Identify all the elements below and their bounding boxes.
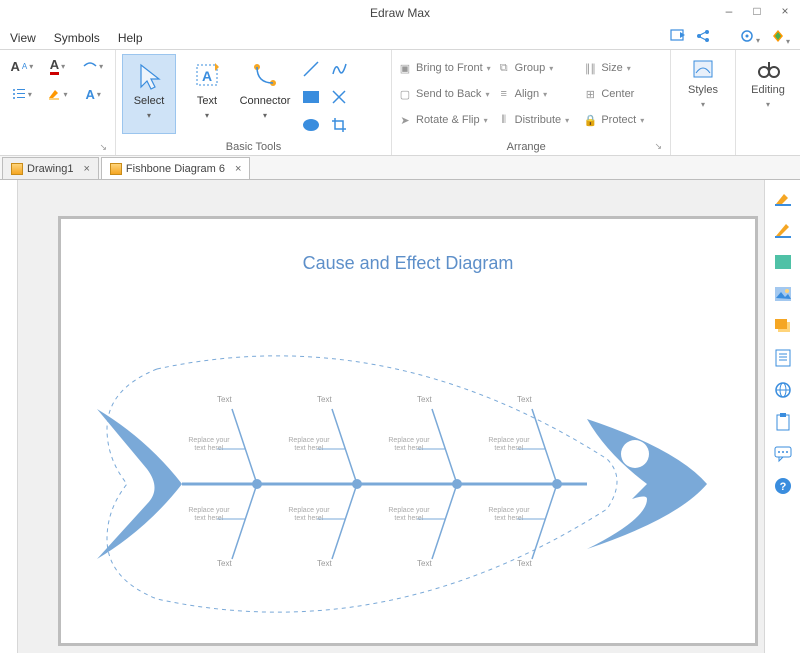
page[interactable]: Cause and Effect Diagram	[58, 216, 758, 646]
svg-text:A: A	[202, 68, 212, 84]
group-button[interactable]: ⧉Group▾	[497, 56, 578, 80]
select-tool[interactable]: Select ▾	[122, 54, 176, 134]
bone-label[interactable]: Text	[517, 395, 532, 404]
window-title: Edraw Max	[370, 6, 430, 20]
cause-text[interactable]: Replace your text here!	[187, 437, 231, 452]
font-button[interactable]: AA▾	[6, 54, 38, 78]
editing-button[interactable]: Editing ▾	[740, 50, 796, 109]
arrange-group: ▣Bring to Front▾ ⧉Group▾ ∥∥Size▾ ▢Send t…	[392, 50, 671, 155]
document-tabs: Drawing1 × Fishbone Diagram 6 ×	[0, 156, 800, 180]
font-group: AA▾ A▾ ▾ ▾ ▾ A▾ ↘	[0, 50, 116, 155]
title-bar: Edraw Max – □ ×	[0, 0, 800, 26]
canvas[interactable]: Cause and Effect Diagram	[18, 180, 764, 653]
basic-tools-label: Basic Tools	[122, 141, 385, 153]
export-icon[interactable]	[670, 29, 686, 46]
align-button[interactable]: ≡Align▾	[497, 82, 578, 106]
cause-text[interactable]: Replace your text here!	[487, 507, 531, 522]
layers-icon[interactable]	[772, 316, 794, 336]
app-logo-icon[interactable]: ▾	[770, 28, 790, 47]
vertical-ruler	[0, 180, 18, 653]
line-style-button[interactable]: ▾	[77, 54, 109, 78]
diagram-title[interactable]: Cause and Effect Diagram	[61, 253, 755, 274]
globe-icon[interactable]	[772, 380, 794, 400]
bring-to-front-button[interactable]: ▣Bring to Front▾	[398, 56, 491, 80]
maximize-button[interactable]: □	[750, 4, 764, 18]
tab-drawing1[interactable]: Drawing1 ×	[2, 157, 99, 179]
bone-label[interactable]: Text	[317, 395, 332, 404]
line-shape[interactable]	[300, 58, 322, 80]
cause-text[interactable]: Replace your text here!	[287, 437, 331, 452]
fishbone-diagram[interactable]: Text Text Text Text Text Text Text Text …	[87, 349, 727, 619]
cause-text[interactable]: Replace your text here!	[387, 437, 431, 452]
bone-label[interactable]: Text	[217, 395, 232, 404]
rotate-flip-button[interactable]: ➤Rotate & Flip▾	[398, 108, 491, 132]
menu-bar: View Symbols Help ▾ ▾	[0, 26, 800, 50]
close-tab-icon[interactable]: ×	[235, 163, 241, 175]
center-button[interactable]: ⊞Center	[583, 82, 664, 106]
ribbon: AA▾ A▾ ▾ ▾ ▾ A▾ ↘ Select ▾ A Text ▾	[0, 50, 800, 156]
distribute-button[interactable]: ⫴Distribute▾	[497, 108, 578, 132]
document-icon	[110, 163, 122, 175]
share-icon[interactable]	[696, 29, 710, 46]
svg-text:?: ?	[779, 481, 786, 493]
close-button[interactable]: ×	[778, 4, 792, 18]
size-button[interactable]: ∥∥Size▾	[583, 56, 664, 80]
rectangle-shape[interactable]	[300, 86, 322, 108]
send-to-back-button[interactable]: ▢Send to Back▾	[398, 82, 491, 106]
bullets-button[interactable]: ▾	[6, 82, 38, 106]
picture-icon[interactable]	[772, 284, 794, 304]
cause-text[interactable]: Replace your text here!	[287, 507, 331, 522]
cause-text[interactable]: Replace your text here!	[187, 507, 231, 522]
arrange-group-launcher[interactable]: ↘	[654, 141, 662, 153]
tab-fishbone[interactable]: Fishbone Diagram 6 ×	[101, 157, 251, 179]
bone-label[interactable]: Text	[417, 395, 432, 404]
bone-label[interactable]: Text	[217, 559, 232, 568]
ellipse-shape[interactable]	[300, 114, 322, 136]
bone-label[interactable]: Text	[517, 559, 532, 568]
menu-symbols[interactable]: Symbols	[54, 31, 100, 45]
font-group-launcher[interactable]: ↘	[6, 142, 107, 153]
basic-tools-group: Select ▾ A Text ▾ Connector ▾	[116, 50, 392, 155]
font-color-button[interactable]: A▾	[42, 54, 74, 78]
workspace: 0 20 40 60 80 100 120 140 160 180 200 22…	[0, 180, 800, 653]
fill-swatch-icon[interactable]	[772, 252, 794, 272]
arrange-label: Arrange	[507, 141, 546, 153]
menu-view[interactable]: View	[10, 31, 36, 45]
highlight-button[interactable]: ▾	[42, 82, 74, 106]
text-tool[interactable]: A Text ▾	[180, 54, 234, 134]
protect-button[interactable]: 🔒Protect▾	[583, 108, 664, 132]
side-toolbar: ?	[764, 180, 800, 653]
styles-group: Styles ▾	[671, 50, 736, 155]
comment-icon[interactable]	[772, 444, 794, 464]
document-icon	[11, 163, 23, 175]
minimize-button[interactable]: –	[722, 4, 736, 18]
menu-help[interactable]: Help	[118, 31, 143, 45]
text-color-button[interactable]: A▾	[77, 82, 109, 106]
clipboard-icon[interactable]	[772, 412, 794, 432]
settings-icon[interactable]: ▾	[740, 29, 760, 46]
bone-label[interactable]: Text	[317, 559, 332, 568]
cause-text[interactable]: Replace your text here!	[387, 507, 431, 522]
crop-shape[interactable]	[328, 114, 350, 136]
page-icon[interactable]	[772, 348, 794, 368]
bone-label[interactable]: Text	[417, 559, 432, 568]
close-shape[interactable]	[328, 86, 350, 108]
editing-group: Editing ▾	[736, 50, 800, 155]
connector-tool[interactable]: Connector ▾	[238, 54, 292, 134]
freehand-shape[interactable]	[328, 58, 350, 80]
edit-pen-icon[interactable]	[772, 220, 794, 240]
theme-pen-icon[interactable]	[772, 188, 794, 208]
styles-button[interactable]: Styles ▾	[675, 50, 731, 109]
cause-text[interactable]: Replace your text here!	[487, 437, 531, 452]
help-icon[interactable]: ?	[772, 476, 794, 496]
close-tab-icon[interactable]: ×	[83, 163, 89, 175]
